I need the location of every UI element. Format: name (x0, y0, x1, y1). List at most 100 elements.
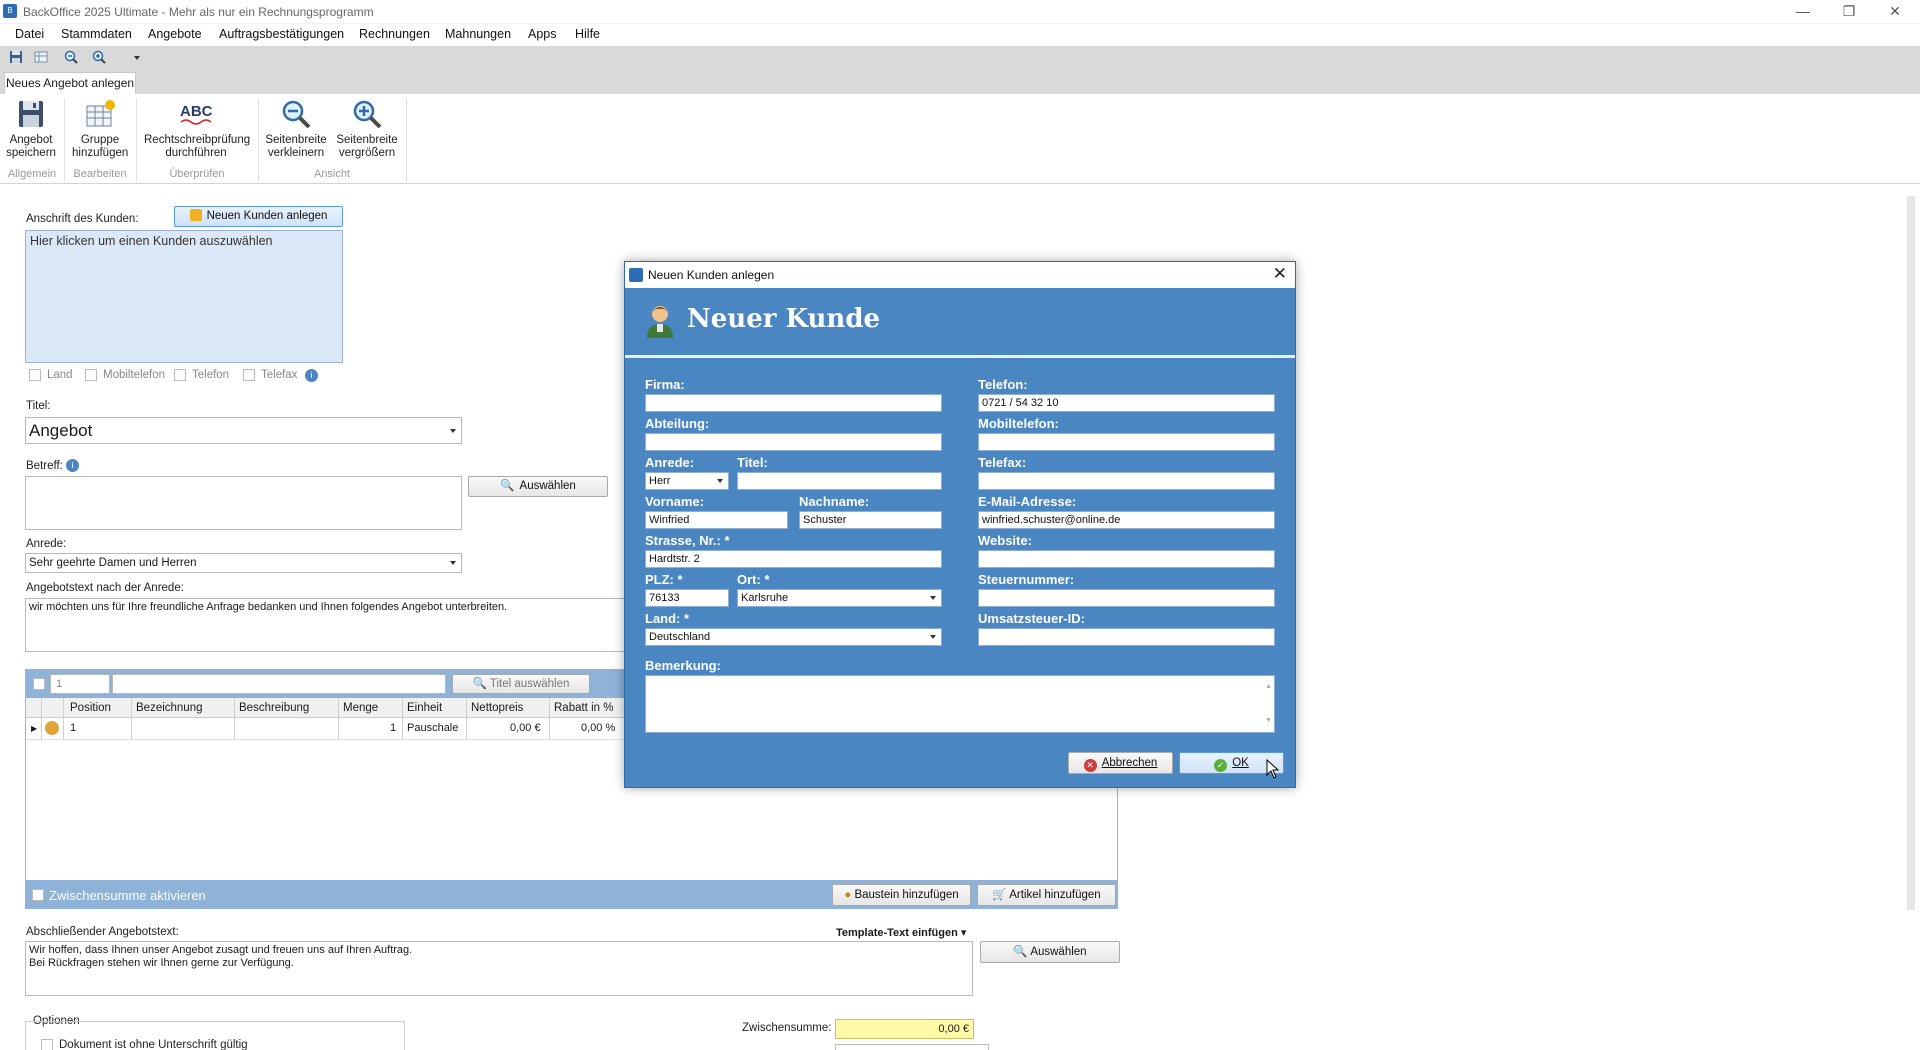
quick-access-toolbar (0, 46, 1920, 68)
subject-info-icon[interactable]: i (66, 459, 79, 472)
title-select-button[interactable]: 🔍 Titel auswählen (452, 674, 590, 694)
nachname-input[interactable]: Schuster (799, 511, 942, 529)
check-land[interactable] (29, 369, 41, 381)
anrede-value: Herr (649, 475, 671, 487)
mobiltelefon-input[interactable] (978, 433, 1275, 451)
ort-dropdown[interactable]: Karlsruhe (737, 589, 942, 607)
col-position[interactable]: Position (70, 702, 111, 714)
title-bar: B BackOffice 2025 Ultimate - Mehr als nu… (0, 0, 1920, 24)
maximize-button[interactable]: ❐ (1826, 0, 1872, 24)
ribbon: Angebot speichern Gruppe hinzufügen ABC … (0, 94, 1920, 184)
closing-line-2: Bei Rückfragen stehen wir Ihnen gerne zu… (29, 957, 294, 969)
scroll-down-icon[interactable]: ▼ (1265, 713, 1272, 729)
label-ustid: Umsatzsteuer-ID: (978, 611, 1085, 626)
app-icon: B (3, 4, 17, 18)
col-beschreibung[interactable]: Beschreibung (239, 702, 309, 714)
menu-rechnungen[interactable]: Rechnungen (359, 27, 430, 41)
zoom-in-button[interactable]: Seitenbreite vergrößern (332, 98, 402, 160)
dialog-close-icon[interactable]: ✕ (1273, 264, 1287, 284)
new-customer-button[interactable]: Neuen Kunden anlegen (174, 206, 343, 227)
add-block-button[interactable]: ● Baustein hinzufügen (832, 884, 971, 906)
row-einheit: Pauschale (407, 722, 459, 734)
scroll-up-icon[interactable]: ▲ (1265, 679, 1272, 695)
search-icon: 🔍 (472, 678, 490, 690)
vorname-input[interactable]: Winfried (645, 511, 788, 529)
customize-dropdown-icon[interactable] (130, 50, 144, 64)
label-abteilung: Abteilung: (645, 416, 710, 431)
select-all-checkbox[interactable] (33, 678, 45, 690)
subtotal-toggle-checkbox[interactable] (32, 889, 44, 901)
salutation-value: Sehr geehrte Damen und Herren (29, 557, 197, 569)
tab-neues-angebot[interactable]: Neues Angebot anlegen (4, 72, 136, 95)
closing-select-button[interactable]: 🔍 Auswählen (980, 941, 1120, 963)
closing-textarea[interactable]: Wir hoffen, dass Ihnen unser Angebot zus… (25, 941, 973, 996)
zoom-out-icon[interactable] (64, 50, 78, 64)
close-button[interactable]: ✕ (1872, 0, 1918, 24)
dialog-heading: Neuer Kunde (687, 304, 881, 334)
subtotal-value: 0,00 € (835, 1019, 974, 1039)
option-no-signature-checkbox[interactable] (41, 1039, 53, 1050)
check-telefon-label: Telefon (192, 369, 230, 381)
ustid-input[interactable] (978, 628, 1275, 646)
save-icon[interactable] (9, 50, 23, 64)
menu-datei[interactable]: Datei (15, 27, 44, 41)
svg-text:ABC: ABC (180, 103, 213, 120)
zoom-in-icon[interactable] (92, 50, 106, 64)
menu-apps[interactable]: Apps (528, 27, 557, 41)
intro-textarea[interactable]: wir möchten uns für Ihre freundliche Anf… (25, 598, 625, 652)
table-row[interactable]: ▶ 1 1 Pauschale 0,00 € 0,00 % (26, 718, 626, 740)
group-label-allgemein: Allgemein (7, 168, 57, 180)
add-article-button[interactable]: 🛒 Artikel hinzufügen (977, 884, 1116, 906)
telefon-input[interactable]: 0721 / 54 32 10 (978, 394, 1275, 412)
label-vorname: Vorname: (645, 494, 704, 509)
email-input[interactable]: winfried.schuster@online.de (978, 511, 1275, 529)
col-bezeichnung[interactable]: Bezeichnung (136, 702, 203, 714)
label-firma: Firma: (645, 377, 685, 392)
spell-check-button[interactable]: ABC Rechtschreibprüfung durchführen (144, 98, 250, 160)
plz-input[interactable]: 76133 (645, 589, 729, 607)
title-dropdown[interactable]: Angebot (25, 417, 462, 444)
menu-mahnungen[interactable]: Mahnungen (445, 27, 511, 41)
telefax-input[interactable] (978, 472, 1275, 490)
check-telefon[interactable] (174, 369, 186, 381)
menu-angebote[interactable]: Angebote (148, 27, 202, 41)
pos-title-input[interactable] (112, 674, 446, 694)
menu-auftragsbestaetigungen[interactable]: Auftragsbestätigungen (219, 27, 344, 41)
strasse-input[interactable]: Hardtstr. 2 (645, 550, 942, 568)
steuernummer-input[interactable] (978, 589, 1275, 607)
land-dropdown[interactable]: Deutschland (645, 628, 942, 646)
check-land-label: Land (47, 369, 73, 381)
col-menge[interactable]: Menge (343, 702, 378, 714)
label-mobiltelefon: Mobiltelefon: (978, 416, 1059, 431)
col-einheit[interactable]: Einheit (407, 702, 442, 714)
col-rabatt[interactable]: Rabatt in % (554, 702, 613, 714)
menu-stammdaten[interactable]: Stammdaten (61, 27, 132, 41)
check-telefax[interactable] (243, 369, 255, 381)
check-mobiltelefon[interactable] (85, 369, 97, 381)
abteilung-input[interactable] (645, 433, 942, 451)
info-icon[interactable]: i (305, 369, 318, 382)
website-input[interactable] (978, 550, 1275, 568)
menu-hilfe[interactable]: Hilfe (575, 27, 600, 41)
firma-input[interactable] (645, 394, 942, 412)
pos-number-input[interactable]: 1 (50, 674, 110, 694)
template-text-button[interactable]: Template-Text einfügen ▾ (836, 926, 966, 939)
subject-select-button[interactable]: 🔍 Auswählen (468, 476, 608, 497)
cancel-button[interactable]: ✕ Abbrechen (1068, 752, 1173, 774)
page-scrollbar[interactable] (1907, 196, 1915, 910)
bemerkung-textarea[interactable]: ▲ ▼ (645, 675, 1275, 733)
add-group-button[interactable]: Gruppe hinzufügen (72, 98, 128, 160)
label-website: Website: (978, 533, 1032, 548)
subject-input[interactable] (25, 476, 462, 530)
salutation-dropdown[interactable]: Sehr geehrte Damen und Herren (25, 553, 462, 573)
minimize-button[interactable]: — (1780, 0, 1826, 24)
save-offer-button[interactable]: Angebot speichern (5, 98, 57, 160)
col-nettopreis[interactable]: Nettopreis (471, 702, 523, 714)
anrede-dropdown[interactable]: Herr (645, 472, 729, 490)
customer-select-area[interactable]: Hier klicken um einen Kunden auszuwählen (25, 230, 343, 363)
option-no-signature-label: Dokument ist ohne Unterschrift gültig (59, 1039, 248, 1050)
table-add-icon (84, 98, 116, 130)
zoom-out-button[interactable]: Seitenbreite verkleinern (262, 98, 330, 160)
titel-input[interactable] (737, 472, 942, 490)
table-icon[interactable] (34, 50, 48, 64)
